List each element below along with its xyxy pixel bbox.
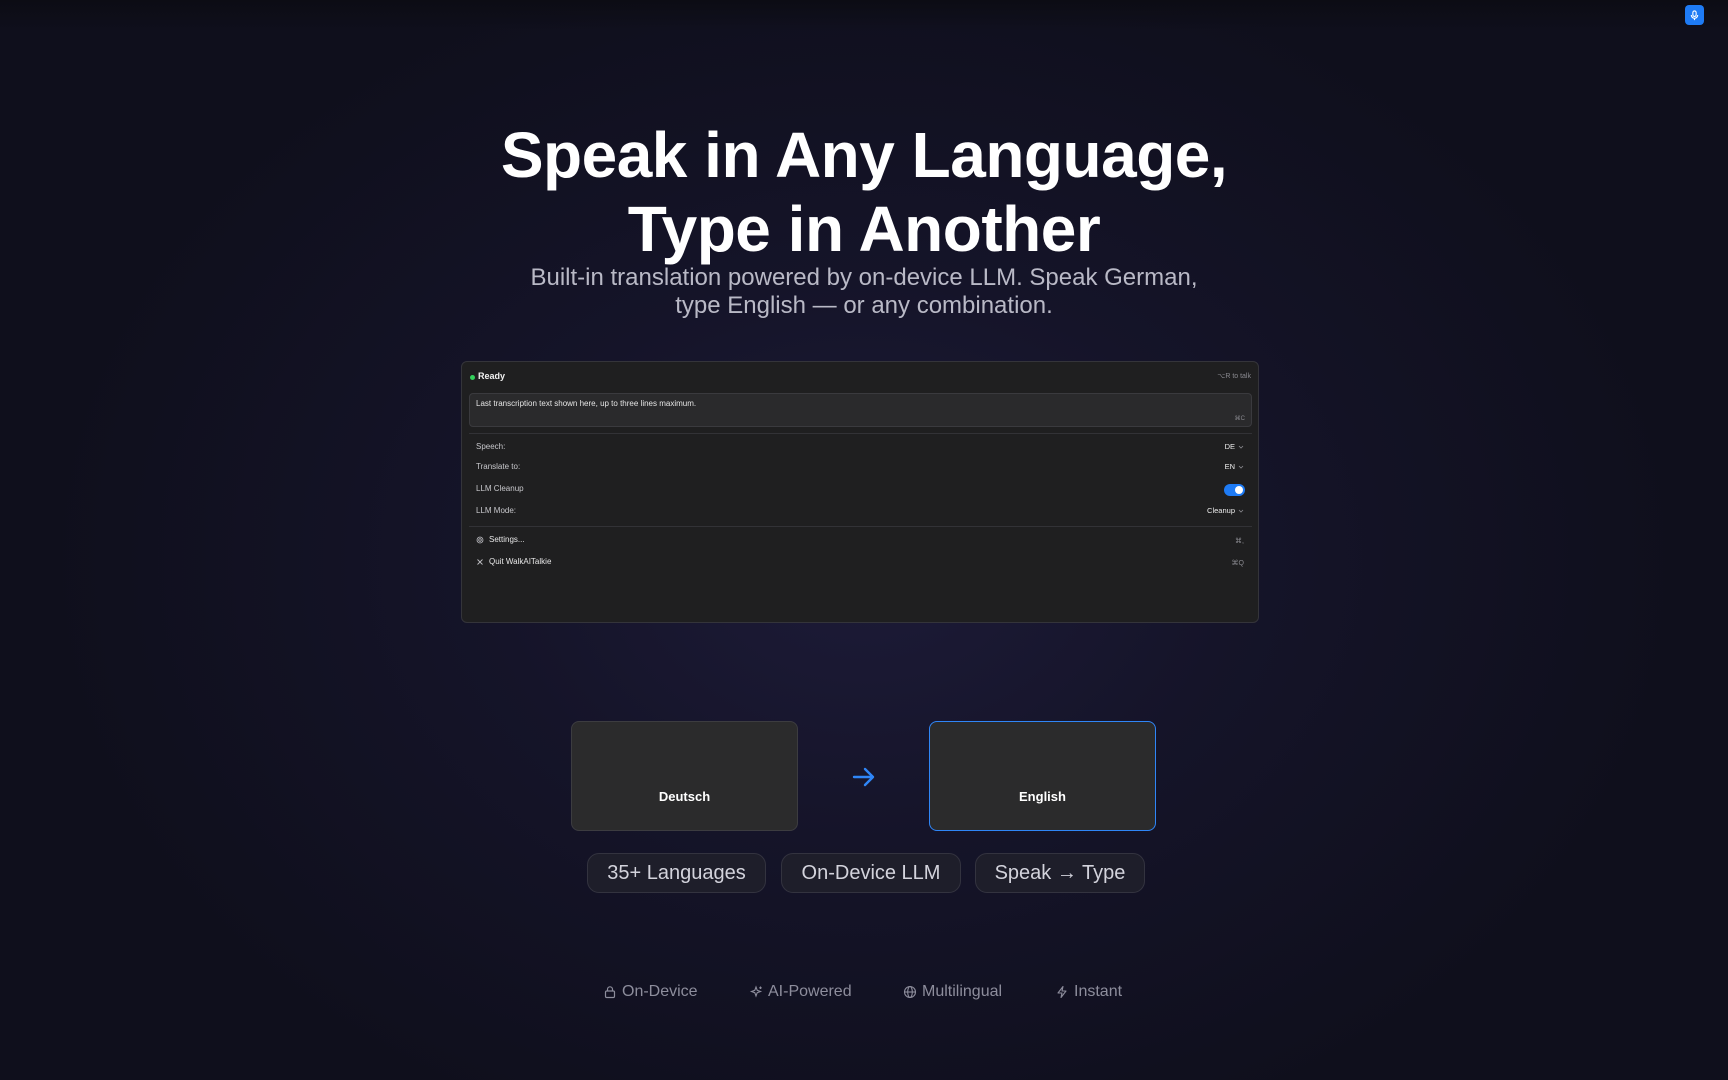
speech-language-select[interactable]: DE	[1225, 442, 1244, 451]
hero-subtitle-line-2: type English — or any combination.	[675, 292, 1053, 319]
feature-ai-powered: AI-Powered	[749, 983, 852, 1001]
hero-title-line-2: Type in Another	[627, 193, 1101, 265]
llm-mode-label: LLM Mode:	[476, 506, 517, 515]
chevron-down-icon	[1238, 465, 1244, 469]
source-language-label: Deutsch	[658, 789, 711, 804]
menu-bar-panel: Ready ⌥R to talk Last transcription text…	[461, 361, 1259, 623]
target-language-label: English	[1019, 789, 1066, 804]
hero-title-line-1: Speak in Any Language,	[500, 119, 1228, 191]
status-text: Ready	[478, 371, 506, 381]
globe-icon	[903, 985, 917, 999]
top-bar	[0, 0, 1728, 30]
llm-mode-value: Cleanup	[1207, 506, 1235, 515]
hero-title: Speak in Any Language, Type in Another	[0, 118, 1728, 266]
feature-multilingual-label: Multilingual	[922, 983, 1003, 1000]
llm-cleanup-label: LLM Cleanup	[476, 484, 524, 493]
quit-menu-item[interactable]: Quit WalkAITalkie	[476, 557, 551, 566]
speech-label: Speech:	[476, 442, 506, 451]
transcript-text: Last transcription text shown here, up t…	[476, 399, 697, 408]
mic-icon	[1690, 9, 1699, 20]
quit-shortcut: ⌘Q	[1231, 560, 1244, 567]
llm-cleanup-toggle[interactable]	[1224, 484, 1245, 496]
settings-menu-item[interactable]: Settings...	[476, 535, 525, 544]
translate-to-label: Translate to:	[476, 462, 521, 471]
divider	[469, 433, 1252, 434]
copy-shortcut: ⌘C	[1234, 416, 1245, 422]
feature-multilingual: Multilingual	[903, 983, 1002, 1001]
speech-language-value: DE	[1224, 442, 1235, 451]
settings-shortcut: ⌘,	[1235, 538, 1244, 545]
chevron-down-icon	[1238, 509, 1244, 513]
llm-mode-select[interactable]: Cleanup	[1207, 506, 1244, 515]
feature-instant: Instant	[1055, 983, 1122, 1001]
divider	[469, 526, 1252, 527]
target-language-card[interactable]: English	[929, 721, 1156, 831]
feature-ai-powered-label: AI-Powered	[768, 983, 852, 1000]
quit-label: Quit WalkAITalkie	[489, 557, 552, 566]
hero-subtitle: Built-in translation powered by on-devic…	[0, 264, 1728, 320]
gear-icon	[476, 536, 484, 543]
sparkles-icon	[749, 985, 763, 998]
mic-button[interactable]	[1685, 5, 1704, 25]
feature-on-device-label: On-Device	[622, 983, 698, 1000]
speak-type-pill: Speak → Type	[975, 853, 1145, 893]
close-icon	[477, 558, 483, 565]
source-language-card[interactable]: Deutsch	[571, 721, 798, 831]
status-indicator	[470, 375, 475, 380]
feature-instant-label: Instant	[1074, 983, 1123, 1000]
bolt-icon	[1057, 985, 1067, 999]
arrow-right-icon	[852, 767, 875, 787]
transcript-box[interactable]: Last transcription text shown here, up t…	[469, 393, 1252, 427]
on-device-llm-pill: On-Device LLM	[781, 853, 961, 893]
translate-language-value: EN	[1224, 462, 1235, 471]
settings-label: Settings...	[489, 535, 525, 544]
translate-language-select[interactable]: EN	[1225, 462, 1244, 471]
languages-pill: 35+ Languages	[587, 853, 766, 893]
chevron-down-icon	[1238, 445, 1244, 449]
lock-icon	[604, 986, 616, 999]
feature-on-device: On-Device	[603, 983, 698, 1001]
talk-shortcut-hint: ⌥R to talk	[1217, 373, 1251, 380]
hero-subtitle-line-1: Built-in translation powered by on-devic…	[530, 264, 1198, 291]
